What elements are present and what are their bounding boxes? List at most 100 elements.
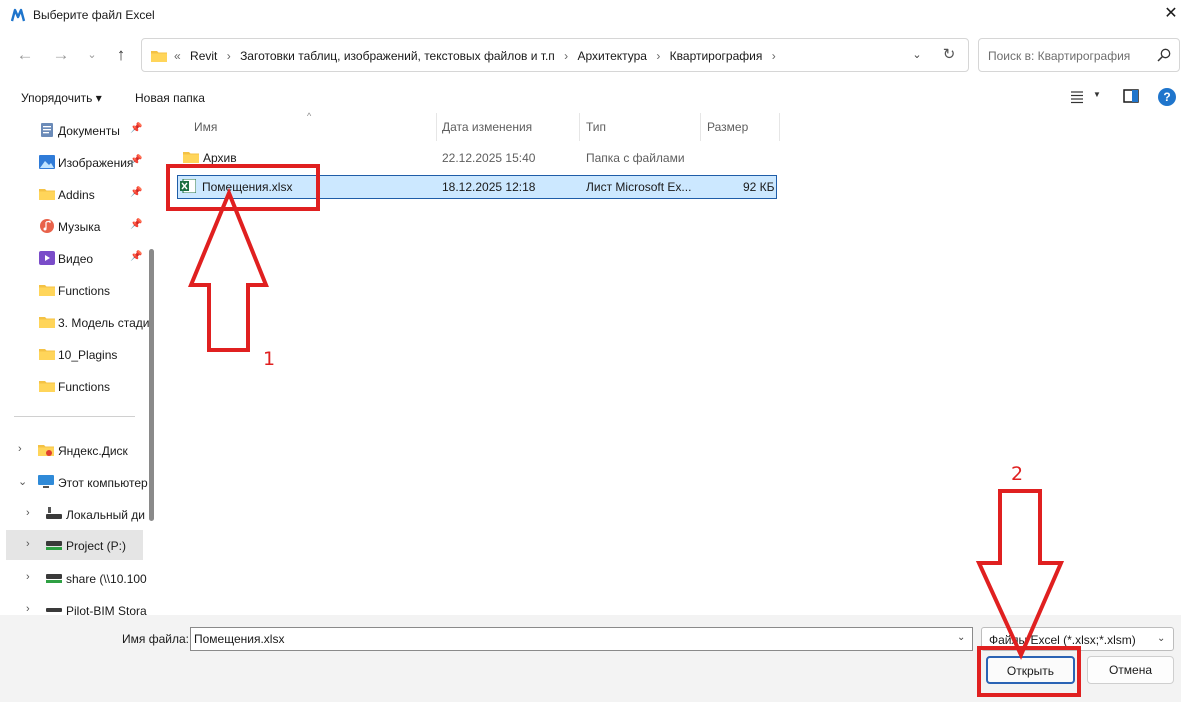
- sidebar-item-functions[interactable]: Functions: [0, 275, 150, 305]
- sidebar-item-pictures[interactable]: Изображения 📌: [0, 147, 150, 177]
- folder-icon: [39, 317, 55, 328]
- sidebar-divider: [14, 416, 135, 417]
- pictures-icon: [39, 155, 55, 169]
- expand-chevron-icon[interactable]: ›: [26, 507, 36, 519]
- network-drive-icon: [46, 574, 62, 583]
- back-arrow-icon[interactable]: ←: [14, 44, 36, 66]
- sidebar-item-project-drive[interactable]: › Project (P:): [6, 530, 143, 560]
- folder-icon: [151, 51, 167, 62]
- folder-icon: [39, 349, 55, 360]
- breadcrumb-separator-icon[interactable]: ›: [772, 49, 776, 63]
- file-type: Папка с файлами: [586, 151, 685, 165]
- file-name: Архив: [203, 151, 237, 165]
- file-row-pomescheniya[interactable]: Помещения.xlsx 18.12.2025 12:18 Лист Mic…: [177, 175, 777, 199]
- app-logo-icon: [11, 8, 26, 22]
- breadcrumb-separator-icon[interactable]: ›: [564, 49, 568, 63]
- refresh-icon[interactable]: ↻: [940, 46, 958, 64]
- sidebar-item-label: Документы: [58, 124, 120, 138]
- file-size: 92 КБ: [743, 180, 775, 194]
- column-header-name[interactable]: Имя: [194, 113, 217, 141]
- breadcrumb-item[interactable]: Квартирография: [670, 49, 763, 63]
- pin-icon: 📌: [130, 187, 143, 198]
- pin-icon: 📌: [130, 251, 143, 262]
- column-divider[interactable]: [436, 113, 437, 141]
- sidebar-item-documents[interactable]: Документы 📌: [0, 115, 150, 145]
- sidebar-item-label: Addins: [58, 188, 95, 202]
- file-row-archive[interactable]: Архив 22.12.2025 15:40 Папка с файлами: [177, 146, 777, 170]
- command-toolbar: Упорядочить ▾ Новая папка ▼ ?: [0, 84, 1181, 112]
- sidebar-item-label: 10_Plagins: [58, 348, 118, 362]
- sidebar-item-label: Этот компьютер: [58, 476, 148, 490]
- view-list-icon[interactable]: [1070, 90, 1084, 104]
- filename-dropdown-icon[interactable]: ⌄: [957, 632, 965, 643]
- expand-chevron-icon[interactable]: ›: [26, 603, 36, 615]
- organize-button[interactable]: Упорядочить ▾: [21, 91, 102, 105]
- sidebar-scrollbar[interactable]: [149, 249, 154, 521]
- view-options-chevron-icon[interactable]: ▼: [1093, 90, 1101, 99]
- filename-input[interactable]: [190, 627, 973, 651]
- sidebar-item-label: Видео: [58, 252, 94, 266]
- column-header-type[interactable]: Тип: [586, 113, 606, 141]
- recent-locations-chevron-icon[interactable]: ⌄: [81, 44, 103, 66]
- address-dropdown-icon[interactable]: ⌄: [908, 47, 926, 63]
- sidebar-item-label: Functions: [58, 284, 111, 298]
- sidebar-item-pilot-bim[interactable]: › Pilot-BIM Stora: [0, 595, 150, 615]
- sidebar-item-yandex-disk[interactable]: › Яндекс.Диск: [0, 435, 150, 465]
- breadcrumb-item[interactable]: Заготовки таблиц, изображений, текстовых…: [240, 49, 555, 63]
- annotation-step-2: 2: [1011, 463, 1024, 485]
- video-icon: [39, 251, 55, 265]
- sidebar-item-model-stage[interactable]: 3. Модель стади: [0, 307, 150, 337]
- computer-icon: [38, 475, 54, 488]
- sidebar-item-this-pc[interactable]: ⌄ Этот компьютер: [0, 467, 150, 497]
- breadcrumb-separator-icon[interactable]: ›: [227, 49, 231, 63]
- expand-chevron-icon[interactable]: ›: [26, 538, 36, 550]
- sidebar-item-plagins[interactable]: 10_Plagins: [0, 339, 150, 369]
- up-arrow-icon[interactable]: ↑: [110, 44, 132, 66]
- column-divider[interactable]: [700, 113, 701, 141]
- sidebar-item-functions-2[interactable]: Functions: [0, 371, 150, 401]
- breadcrumb-overflow[interactable]: «: [174, 49, 181, 63]
- file-type-select[interactable]: Файлы Excel (*.xlsx;*.xlsm) ⌄: [981, 627, 1174, 651]
- close-icon[interactable]: ✕: [1161, 5, 1181, 25]
- breadcrumb-item[interactable]: Revit: [190, 49, 217, 63]
- network-drive-icon: [46, 608, 62, 612]
- sidebar-item-label: Музыка: [58, 220, 101, 234]
- column-header-date[interactable]: Дата изменения: [442, 113, 532, 141]
- dialog-footer: Имя файла: ⌄ Файлы Excel (*.xlsx;*.xlsm)…: [0, 615, 1181, 702]
- sidebar-item-label: Pilot-BIM Stora: [66, 604, 147, 615]
- folder-icon: [39, 381, 55, 392]
- sidebar-item-label: share (\\10.100: [66, 572, 147, 586]
- address-bar[interactable]: « Revit › Заготовки таблиц, изображений,…: [141, 38, 969, 72]
- breadcrumb-item[interactable]: Архитектура: [577, 49, 647, 63]
- search-input[interactable]: Поиск в: Квартирография: [978, 38, 1180, 72]
- new-folder-button[interactable]: Новая папка: [135, 91, 205, 105]
- expand-chevron-icon[interactable]: ›: [26, 571, 36, 583]
- sidebar-item-local-disk[interactable]: › Локальный ди: [0, 499, 150, 529]
- sidebar-item-addins[interactable]: Addins 📌: [0, 179, 150, 209]
- excel-file-icon: [180, 179, 196, 193]
- open-button[interactable]: Открыть: [986, 656, 1075, 684]
- preview-pane-icon[interactable]: [1123, 89, 1139, 103]
- help-icon[interactable]: ?: [1158, 88, 1176, 106]
- column-divider[interactable]: [779, 113, 780, 141]
- sidebar-item-label: Локальный ди: [66, 508, 145, 522]
- column-divider[interactable]: [579, 113, 580, 141]
- sidebar-item-label: Яндекс.Диск: [58, 444, 128, 458]
- breadcrumb-separator-icon[interactable]: ›: [656, 49, 660, 63]
- search-icon[interactable]: [1157, 48, 1171, 62]
- expand-chevron-icon[interactable]: ›: [18, 443, 28, 455]
- sort-ascending-icon: ^: [307, 111, 312, 121]
- sidebar-item-video[interactable]: Видео 📌: [0, 243, 150, 273]
- sidebar-item-share[interactable]: › share (\\10.100: [0, 563, 150, 593]
- column-header-size[interactable]: Размер: [707, 113, 748, 141]
- sidebar-item-music[interactable]: Музыка 📌: [0, 211, 150, 241]
- forward-arrow-icon[interactable]: →: [50, 44, 72, 66]
- collapse-chevron-icon[interactable]: ⌄: [18, 475, 28, 488]
- window-title: Выберите файл Excel: [33, 8, 155, 22]
- pin-icon: 📌: [130, 123, 143, 134]
- file-date: 22.12.2025 15:40: [442, 151, 536, 165]
- drive-icon: [46, 507, 62, 519]
- cancel-button[interactable]: Отмена: [1087, 656, 1174, 684]
- file-name: Помещения.xlsx: [202, 180, 293, 194]
- file-date: 18.12.2025 12:18: [442, 180, 536, 194]
